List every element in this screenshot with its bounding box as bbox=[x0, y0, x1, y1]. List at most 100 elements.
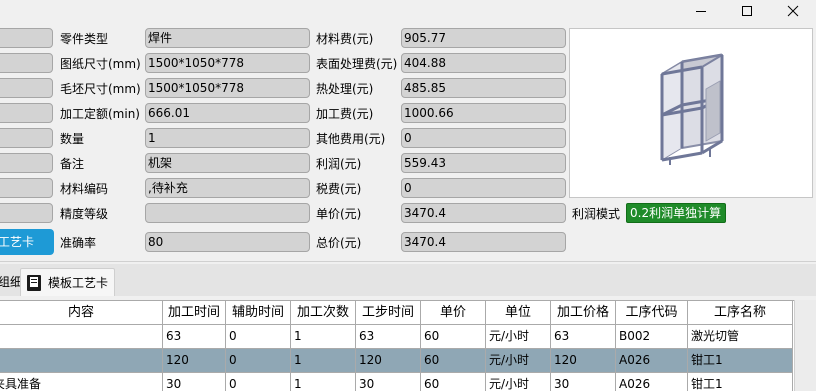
drawing-size-label: 图纸尺寸(mm) bbox=[60, 57, 141, 71]
tab-template-card[interactable]: 模板工艺卡 bbox=[20, 268, 115, 296]
cell-step-time[interactable]: 120 bbox=[356, 349, 421, 373]
col-unit-header[interactable]: 单位 bbox=[486, 301, 551, 325]
cell-unit-price[interactable]: 60 bbox=[421, 373, 486, 391]
cell-price[interactable]: 63 bbox=[551, 325, 616, 349]
cell-process-code[interactable]: A026 bbox=[616, 349, 688, 373]
left-partial-field-5[interactable] bbox=[0, 128, 53, 148]
cell-process-name[interactable]: 钳工1 bbox=[688, 373, 793, 391]
blank-size-field[interactable]: 1500*1050*778 bbox=[145, 78, 310, 98]
col-content-header[interactable]: 内容 bbox=[0, 301, 163, 325]
material-code-field[interactable]: ,待补充 bbox=[145, 178, 310, 198]
cell-unit-price[interactable]: 60 bbox=[421, 349, 486, 373]
col-count-header[interactable]: 加工次数 bbox=[291, 301, 356, 325]
table-row[interactable]: 夹具准备 30 0 1 30 60 元/小时 30 A026 钳工1 bbox=[0, 373, 794, 391]
tab-detail[interactable]: 组细 bbox=[0, 268, 23, 296]
profit-mode-label: 利润模式 bbox=[572, 207, 621, 221]
tab-template-card-label: 模板工艺卡 bbox=[48, 276, 109, 290]
table-vertical-scrollbar[interactable] bbox=[794, 300, 816, 391]
unit-price-field[interactable]: 3470.4 bbox=[401, 203, 566, 223]
cell-process-name[interactable]: 激光切管 bbox=[688, 325, 793, 349]
cell-aux-time[interactable]: 0 bbox=[226, 325, 291, 349]
precision-grade-label: 精度等级 bbox=[60, 207, 109, 221]
cell-aux-time[interactable]: 0 bbox=[226, 373, 291, 391]
machining-quota-field[interactable]: 666.01 bbox=[145, 103, 310, 123]
profit-field[interactable]: 559.43 bbox=[401, 153, 566, 173]
cell-unit[interactable]: 元/小时 bbox=[486, 325, 551, 349]
cell-price[interactable]: 30 bbox=[551, 373, 616, 391]
remark-field[interactable]: 机架 bbox=[145, 153, 310, 173]
cell-step-time[interactable]: 30 bbox=[356, 373, 421, 391]
surface-treatment-field[interactable]: 404.88 bbox=[401, 53, 566, 73]
remark-label: 备注 bbox=[60, 157, 85, 171]
col-process-code-header[interactable]: 工序代码 bbox=[616, 301, 688, 325]
cell-content[interactable]: 夹具准备 bbox=[0, 373, 163, 391]
template-card-icon bbox=[27, 275, 41, 291]
left-partial-field-4[interactable] bbox=[0, 103, 53, 123]
quantity-field[interactable]: 1 bbox=[145, 128, 310, 148]
part-type-field[interactable]: 焊件 bbox=[145, 28, 310, 48]
process-table: 内容 加工时间 辅助时间 加工次数 工步时间 单价 单位 加工价格 工序代码 工… bbox=[0, 300, 794, 391]
left-partial-field-1[interactable] bbox=[0, 28, 53, 48]
processing-fee-label: 加工费(元) bbox=[316, 107, 374, 121]
cell-count[interactable]: 1 bbox=[291, 325, 356, 349]
part-preview-image bbox=[569, 28, 813, 198]
surface-treatment-label: 表面处理费(元) bbox=[316, 57, 398, 71]
cell-machining-time[interactable]: 30 bbox=[163, 373, 226, 391]
cell-price[interactable]: 120 bbox=[551, 349, 616, 373]
other-cost-field[interactable]: 0 bbox=[401, 128, 566, 148]
table-row-selected[interactable]: 120 0 1 120 60 元/小时 120 A026 钳工1 bbox=[0, 349, 794, 373]
col-process-name-header[interactable]: 工序名称 bbox=[688, 301, 793, 325]
cell-unit[interactable]: 元/小时 bbox=[486, 349, 551, 373]
minimize-button[interactable] bbox=[678, 0, 724, 22]
quantity-label: 数量 bbox=[60, 132, 85, 146]
col-step-time-header[interactable]: 工步时间 bbox=[356, 301, 421, 325]
window-title-bar bbox=[0, 0, 816, 22]
left-partial-field-7[interactable] bbox=[0, 178, 53, 198]
left-partial-field-8[interactable] bbox=[0, 203, 53, 223]
processing-fee-field[interactable]: 1000.66 bbox=[401, 103, 566, 123]
tab-detail-label: 组细 bbox=[0, 275, 23, 289]
left-partial-field-3[interactable] bbox=[0, 78, 53, 98]
cell-process-code[interactable]: A026 bbox=[616, 373, 688, 391]
left-partial-field-2[interactable] bbox=[0, 53, 53, 73]
tax-field[interactable]: 0 bbox=[401, 178, 566, 198]
heat-treatment-field[interactable]: 485.85 bbox=[401, 78, 566, 98]
cell-unit[interactable]: 元/小时 bbox=[486, 373, 551, 391]
cell-process-code[interactable]: B002 bbox=[616, 325, 688, 349]
cell-unit-price[interactable]: 60 bbox=[421, 325, 486, 349]
cell-count[interactable]: 1 bbox=[291, 373, 356, 391]
cell-machining-time[interactable]: 120 bbox=[163, 349, 226, 373]
profit-mode-value[interactable]: 0.2利润单独计算 bbox=[626, 203, 726, 223]
col-machining-time-header[interactable]: 加工时间 bbox=[163, 301, 226, 325]
col-unit-price-header[interactable]: 单价 bbox=[421, 301, 486, 325]
total-price-field[interactable]: 3470.4 bbox=[401, 232, 566, 252]
cell-count[interactable]: 1 bbox=[291, 349, 356, 373]
table-header-row: 内容 加工时间 辅助时间 加工次数 工步时间 单价 单位 加工价格 工序代码 工… bbox=[0, 301, 794, 325]
process-card-button[interactable]: 易工艺卡 bbox=[0, 229, 54, 255]
col-aux-time-header[interactable]: 辅助时间 bbox=[226, 301, 291, 325]
close-button[interactable] bbox=[770, 0, 816, 22]
material-cost-label: 材料费(元) bbox=[316, 32, 374, 46]
accuracy-field[interactable]: 80 bbox=[145, 232, 310, 252]
material-cost-field[interactable]: 905.77 bbox=[401, 28, 566, 48]
maximize-button[interactable] bbox=[724, 0, 770, 22]
cell-content[interactable] bbox=[0, 325, 163, 349]
section-divider bbox=[0, 261, 816, 262]
precision-grade-field[interactable] bbox=[145, 203, 310, 223]
table-row[interactable]: 63 0 1 63 60 元/小时 63 B002 激光切管 bbox=[0, 325, 794, 349]
drawing-size-field[interactable]: 1500*1050*778 bbox=[145, 53, 310, 73]
tab-strip bbox=[0, 264, 816, 296]
tax-label: 税费(元) bbox=[316, 182, 362, 196]
left-partial-field-6[interactable] bbox=[0, 153, 53, 173]
cell-process-name[interactable]: 钳工1 bbox=[688, 349, 793, 373]
cell-step-time[interactable]: 63 bbox=[356, 325, 421, 349]
cell-machining-time[interactable]: 63 bbox=[163, 325, 226, 349]
cell-aux-time[interactable]: 0 bbox=[226, 349, 291, 373]
accuracy-label: 准确率 bbox=[60, 236, 97, 250]
machining-quota-label: 加工定额(min) bbox=[60, 107, 140, 121]
heat-treatment-label: 热处理(元) bbox=[316, 82, 374, 96]
unit-price-label: 单价(元) bbox=[316, 207, 362, 221]
cell-content[interactable] bbox=[0, 349, 163, 373]
part-type-label: 零件类型 bbox=[60, 32, 109, 46]
col-price-header[interactable]: 加工价格 bbox=[551, 301, 616, 325]
